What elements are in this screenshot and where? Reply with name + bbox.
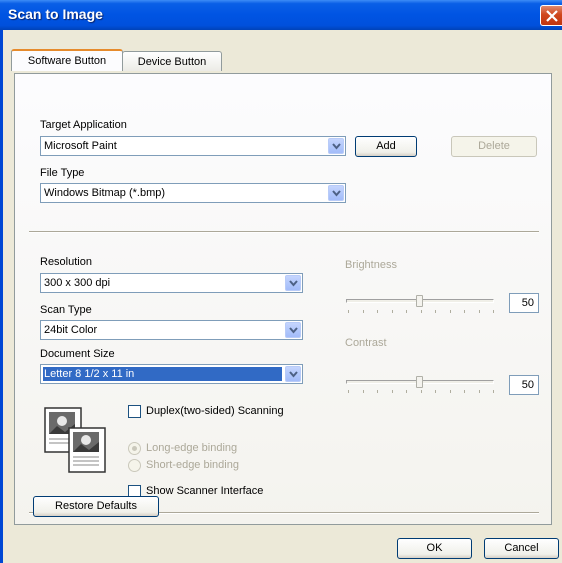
file-type-value: Windows Bitmap (*.bmp)	[44, 187, 166, 199]
ok-button-label: OK	[426, 542, 443, 554]
brightness-value-field[interactable]: 50	[509, 293, 539, 313]
slider-tick	[348, 390, 349, 393]
document-size-select[interactable]: Letter 8 1/2 x 11 in	[40, 364, 303, 384]
slider-tick	[377, 390, 378, 393]
slider-tick	[391, 310, 393, 313]
scan-type-value: 24bit Color	[44, 324, 98, 336]
contrast-value-field[interactable]: 50	[509, 375, 539, 395]
slider-tick	[449, 390, 451, 393]
resolution-select[interactable]: 300 x 300 dpi	[40, 273, 303, 293]
duplex-pages-icon	[44, 407, 106, 473]
resolution-label: Resolution	[40, 256, 92, 268]
slider-tick	[478, 390, 480, 393]
chevron-down-icon	[332, 190, 341, 197]
chevron-down-icon	[289, 371, 298, 378]
slider-tick	[420, 310, 422, 313]
slider-tick	[478, 310, 480, 313]
scan-type-select[interactable]: 24bit Color	[40, 320, 303, 340]
duplex-checkbox[interactable]	[128, 405, 141, 418]
show-scanner-interface-label: Show Scanner Interface	[146, 485, 264, 497]
duplex-label: Duplex(two-sided) Scanning	[146, 405, 284, 417]
slider-tick	[493, 310, 494, 313]
window-title: Scan to Image	[8, 6, 103, 22]
title-bar[interactable]: Scan to Image	[0, 0, 562, 30]
tab-device-button[interactable]: Device Button	[122, 51, 222, 71]
slider-tick	[449, 310, 451, 313]
long-edge-binding-radio[interactable]	[128, 442, 141, 455]
dialog-body: Software Button Device Button Target App…	[0, 30, 562, 563]
scan-type-label: Scan Type	[40, 304, 92, 316]
add-button-label: Add	[376, 140, 396, 152]
dropdown-arrow-button[interactable]	[328, 185, 344, 201]
tab-software-button[interactable]: Software Button	[11, 49, 123, 71]
brightness-label: Brightness	[345, 259, 397, 271]
slider-tick	[435, 310, 436, 313]
chevron-down-icon	[332, 143, 341, 150]
delete-button-label: Delete	[478, 140, 510, 152]
close-icon	[546, 10, 558, 22]
ok-button[interactable]: OK	[397, 538, 472, 559]
brightness-value: 50	[521, 297, 534, 309]
brightness-slider-ticks	[348, 310, 494, 314]
cancel-button[interactable]: Cancel	[484, 538, 559, 559]
file-type-label: File Type	[40, 167, 85, 179]
restore-defaults-label: Restore Defaults	[55, 500, 137, 512]
contrast-label: Contrast	[345, 337, 387, 349]
slider-tick	[406, 310, 407, 313]
close-button[interactable]	[540, 5, 562, 26]
contrast-slider-ticks	[348, 390, 494, 394]
target-application-value: Microsoft Paint	[44, 140, 117, 152]
long-edge-binding-label: Long-edge binding	[146, 442, 238, 454]
file-type-select[interactable]: Windows Bitmap (*.bmp)	[40, 183, 346, 203]
dropdown-arrow-button[interactable]	[285, 366, 301, 382]
slider-tick	[464, 390, 465, 393]
document-size-value: Letter 8 1/2 x 11 in	[43, 367, 282, 381]
contrast-value: 50	[521, 379, 534, 391]
dropdown-arrow-button[interactable]	[285, 322, 301, 338]
chevron-down-icon	[289, 327, 298, 334]
slider-tick	[406, 390, 407, 393]
dropdown-arrow-button[interactable]	[285, 275, 301, 291]
slider-tick	[420, 390, 422, 393]
delete-button[interactable]: Delete	[451, 136, 537, 157]
short-edge-binding-label: Short-edge binding	[146, 459, 239, 471]
add-button[interactable]: Add	[355, 136, 417, 157]
brightness-slider-thumb[interactable]	[416, 295, 423, 307]
slider-tick	[362, 310, 364, 313]
slider-tick	[377, 310, 378, 313]
restore-defaults-button[interactable]: Restore Defaults	[33, 496, 159, 517]
target-application-label: Target Application	[40, 119, 127, 131]
short-edge-binding-radio[interactable]	[128, 459, 141, 472]
slider-tick	[348, 310, 349, 313]
slider-tick	[435, 390, 436, 393]
slider-tick	[464, 310, 465, 313]
section-divider	[29, 231, 539, 233]
document-size-label: Document Size	[40, 348, 115, 360]
chevron-down-icon	[289, 280, 298, 287]
cancel-button-label: Cancel	[504, 542, 539, 554]
resolution-value: 300 x 300 dpi	[44, 277, 111, 289]
tab-panel-software-button: Target Application Microsoft Paint Add D…	[14, 73, 552, 525]
tab-label: Device Button	[137, 56, 207, 68]
contrast-slider-thumb[interactable]	[416, 376, 423, 388]
slider-tick	[391, 390, 393, 393]
target-application-select[interactable]: Microsoft Paint	[40, 136, 346, 156]
slider-tick	[493, 390, 494, 393]
slider-tick	[362, 390, 364, 393]
tab-label: Software Button	[27, 55, 107, 67]
dropdown-arrow-button[interactable]	[328, 138, 344, 154]
